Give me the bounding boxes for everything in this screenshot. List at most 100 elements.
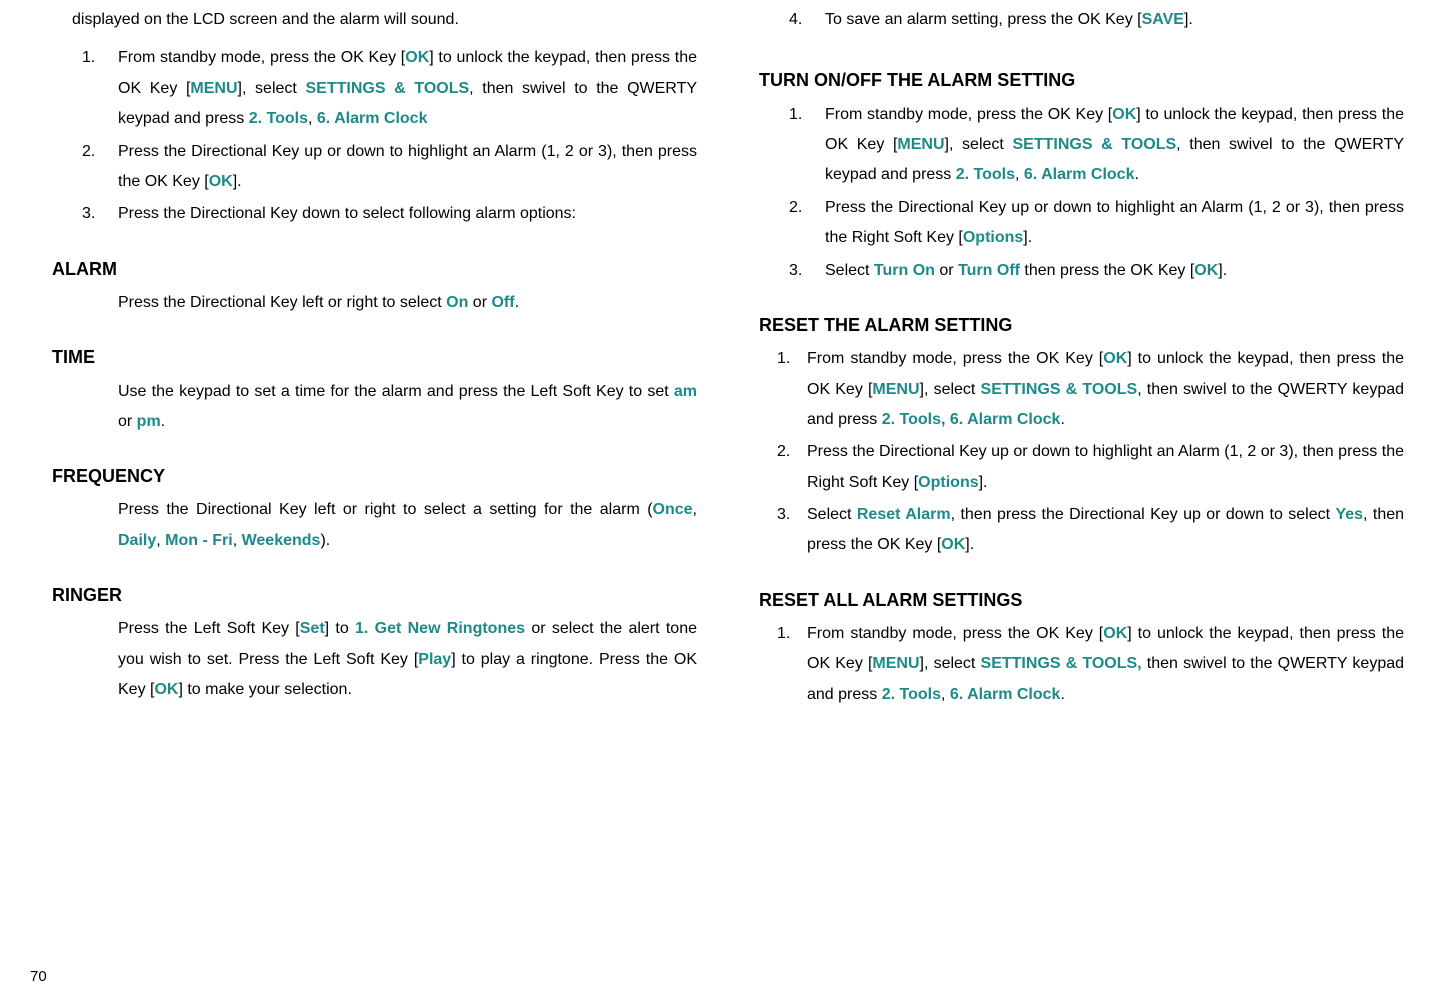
step-1: 1. From standby mode, press the OK Key [… xyxy=(825,100,1404,191)
step-3: 3. Select Turn On or Turn Off then press… xyxy=(825,256,1404,286)
key-menu: MENU xyxy=(872,381,919,398)
key-settings: SETTINGS & TOOLS xyxy=(1013,136,1177,153)
step-3: 3. Press the Directional Key down to sel… xyxy=(118,199,697,229)
step-num: 4. xyxy=(789,5,802,35)
key-settings: SETTINGS & TOOLS xyxy=(981,381,1138,398)
text: ]. xyxy=(965,536,974,553)
step-num: 3. xyxy=(777,500,790,530)
text: , xyxy=(1015,166,1024,183)
text: ], select xyxy=(920,381,981,398)
key-ok: OK xyxy=(405,49,429,66)
text: Press the Left Soft Key [ xyxy=(118,620,300,637)
step-2: 2. Press the Directional Key up or down … xyxy=(825,193,1404,254)
step-num: 3. xyxy=(82,199,95,229)
key-daily: Daily xyxy=(118,532,156,549)
turn-heading: TURN ON/OFF THE ALARM SETTING xyxy=(757,63,1404,97)
intro-text: displayed on the LCD screen and the alar… xyxy=(50,5,697,35)
save-step: 4. To save an alarm setting, press the O… xyxy=(757,5,1404,35)
text: ]. xyxy=(1184,11,1193,28)
key-menu: MENU xyxy=(897,136,944,153)
step-num: 1. xyxy=(777,619,790,649)
time-heading: TIME xyxy=(50,340,697,374)
resetall-heading: RESET ALL ALARM SETTINGS xyxy=(757,583,1404,617)
text: or xyxy=(118,413,137,430)
text: or xyxy=(468,294,491,311)
key-monfri: Mon - Fri xyxy=(165,532,233,549)
step-num: 3. xyxy=(789,256,802,286)
key-alarm-clock: 6. Alarm Clock xyxy=(317,110,428,127)
text: , xyxy=(308,110,317,127)
key-ok: OK xyxy=(209,173,233,190)
text: , xyxy=(233,532,242,549)
key-ok: OK xyxy=(1103,625,1127,642)
text: then press the OK Key [ xyxy=(1020,262,1194,279)
text: Press the Directional Key up or down to … xyxy=(825,199,1404,246)
key-alarm-clock: 6. Alarm Clock xyxy=(1024,166,1135,183)
text: . xyxy=(1060,411,1064,428)
text: Select xyxy=(825,262,874,279)
key-ok: OK xyxy=(154,681,178,698)
key-pm: pm xyxy=(137,413,161,430)
text: ). xyxy=(320,532,330,549)
text: Use the keypad to set a time for the ala… xyxy=(118,383,674,400)
text: , then press the Directional Key up or d… xyxy=(951,506,1336,523)
text: ]. xyxy=(1218,262,1227,279)
key-menu: MENU xyxy=(872,655,919,672)
step-2: 2. Press the Directional Key up or down … xyxy=(807,437,1404,498)
frequency-heading: FREQUENCY xyxy=(50,459,697,493)
key-tools: 2. Tools xyxy=(882,686,941,703)
key-weekends: Weekends xyxy=(242,532,321,549)
key-ok: OK xyxy=(1194,262,1218,279)
key-turnon: Turn On xyxy=(874,262,935,279)
ringer-heading: RINGER xyxy=(50,578,697,612)
key-tools: 2. Tools xyxy=(956,166,1015,183)
step-num: 1. xyxy=(777,344,790,374)
key-ok: OK xyxy=(1112,106,1136,123)
text: . xyxy=(515,294,519,311)
text: , xyxy=(693,501,697,518)
key-set: Set xyxy=(300,620,325,637)
text: or xyxy=(935,262,958,279)
key-tools: 2. Tools xyxy=(249,110,308,127)
key-ok: OK xyxy=(941,536,965,553)
key-play: Play xyxy=(418,651,451,668)
key-options: Options xyxy=(918,474,978,491)
reset-heading: RESET THE ALARM SETTING xyxy=(757,308,1404,342)
resetall-steps-list: 1. From standby mode, press the OK Key [… xyxy=(757,619,1404,710)
key-getnew: 1. Get New Ringtones xyxy=(355,620,525,637)
reset-steps-list: 1. From standby mode, press the OK Key [… xyxy=(757,344,1404,561)
alarm-heading: ALARM xyxy=(50,252,697,286)
main-steps-list: 1. From standby mode, press the OK Key [… xyxy=(50,43,697,229)
text: From standby mode, press the OK Key [ xyxy=(825,106,1112,123)
step-1: 1. From standby mode, press the OK Key [… xyxy=(807,619,1404,710)
step-num: 1. xyxy=(82,43,95,73)
key-off: Off xyxy=(491,294,514,311)
text: , xyxy=(941,686,950,703)
text: Press the Directional Key left or right … xyxy=(118,294,446,311)
step-num: 2. xyxy=(777,437,790,467)
step-num: 2. xyxy=(789,193,802,223)
key-ok: OK xyxy=(1103,350,1127,367)
text: From standby mode, press the OK Key [ xyxy=(807,625,1103,642)
key-menu: MENU xyxy=(190,80,237,97)
text: From standby mode, press the OK Key [ xyxy=(118,49,405,66)
text: Press the Directional Key up or down to … xyxy=(118,143,697,190)
text: ], select xyxy=(920,655,981,672)
key-options: Options xyxy=(963,229,1023,246)
step-num: 1. xyxy=(789,100,802,130)
key-am: am xyxy=(674,383,697,400)
key-settings: SETTINGS & TOOLS, xyxy=(981,655,1142,672)
key-yes: Yes xyxy=(1335,506,1363,523)
key-resetalarm: Reset Alarm xyxy=(857,506,951,523)
text: ], select xyxy=(945,136,1013,153)
page-number: 70 xyxy=(30,963,47,992)
key-once: Once xyxy=(653,501,693,518)
text: ]. xyxy=(1023,229,1032,246)
text: ] to xyxy=(325,620,355,637)
text: ]. xyxy=(979,474,988,491)
time-body: Use the keypad to set a time for the ala… xyxy=(50,377,697,438)
key-on: On xyxy=(446,294,468,311)
key-tools-alarm: 2. Tools, 6. Alarm Clock xyxy=(882,411,1061,428)
key-turnoff: Turn Off xyxy=(958,262,1020,279)
frequency-body: Press the Directional Key left or right … xyxy=(50,495,697,556)
